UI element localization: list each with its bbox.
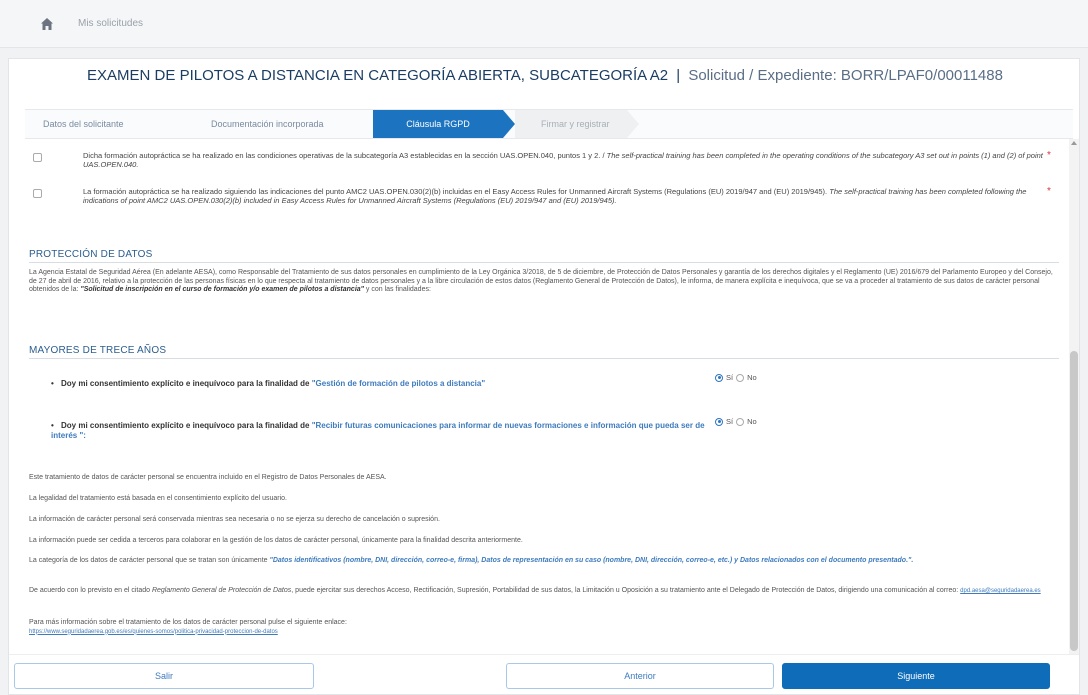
dpo-email-link[interactable]: dpd.aesa@seguridadaerea.es [960, 588, 1040, 594]
section-divider [29, 262, 1059, 263]
data-protection-tail: y con las finalidades: [363, 286, 431, 293]
info-data-categories: La categoría de los datos de carácter pe… [29, 557, 1059, 566]
next-button[interactable]: Siguiente [782, 663, 1050, 689]
radio-yes[interactable] [715, 417, 723, 426]
check-text-es: La formación autopráctica se ha realizad… [83, 187, 830, 196]
title-separator: | [676, 67, 681, 84]
section-title-over-thirteen: MAYORES DE TRECE AÑOS [29, 345, 167, 356]
check-text: Dicha formación autopráctica se ha reali… [83, 151, 1043, 169]
top-bar: Mis solicitudes [0, 0, 1088, 48]
breadcrumb-my-requests[interactable]: Mis solicitudes [78, 18, 143, 29]
radio-yes-label: Sí [726, 417, 734, 426]
check-text-es: Dicha formación autopráctica se ha reali… [83, 151, 607, 160]
title-main: EXAMEN DE PILOTOS A DISTANCIA EN CATEGOR… [87, 67, 669, 84]
main-card: EXAMEN DE PILOTOS A DISTANCIA EN CATEGOR… [8, 58, 1080, 695]
info-rights-regulation: Reglamento General de Protección de Dato… [151, 587, 292, 594]
radio-yes-label: Sí [726, 373, 734, 382]
info-retention: La información de carácter personal será… [29, 516, 440, 523]
radio-no[interactable] [736, 417, 745, 426]
checkbox-amc2[interactable] [33, 189, 42, 198]
info-legality: La legalidad del tratamiento está basada… [29, 495, 287, 502]
section-title-data-protection: PROTECCIÓN DE DATOS [29, 249, 153, 260]
data-protection-request-name: "Solicitud de inscripción en el curso de… [80, 286, 364, 293]
info-third-parties: La información puede ser cedida a tercer… [29, 537, 523, 544]
footer-actions: Salir Anterior Siguiente [9, 654, 1079, 694]
consent-future-communications: • Doy mi consentimiento explícito e inequ… [51, 421, 731, 441]
step-sign-register: Firmar y registrar [515, 110, 639, 138]
radio-yes[interactable] [715, 373, 723, 382]
data-protection-text: La Agencia Estatal de Seguridad Aérea (E… [29, 269, 1059, 295]
scrollbar-thumb[interactable] [1070, 351, 1078, 651]
home-icon[interactable] [40, 17, 54, 31]
info-more: Para más información sobre el tratamient… [29, 619, 1059, 636]
consent-prefix: Doy mi consentimiento explícito e inequí… [61, 421, 310, 430]
check-text: La formación autopráctica se ha realizad… [83, 187, 1043, 205]
previous-button[interactable]: Anterior [506, 663, 774, 689]
consent-purpose: "Gestión de formación de pilotos a dista… [311, 379, 486, 388]
consent-prefix: Doy mi consentimiento explícito e inequí… [61, 379, 310, 388]
info-more-text: Para más información sobre el tratamient… [29, 619, 347, 626]
scroll-up-icon[interactable] [1071, 141, 1077, 145]
exit-button[interactable]: Salir [14, 663, 314, 689]
radio-group-training-management: Sí No [715, 373, 757, 382]
info-categories-list: "Datos identificativos (nombre, DNI, dir… [269, 557, 914, 564]
required-mark: * [1047, 186, 1051, 197]
info-registry: Este tratamiento de datos de carácter pe… [29, 474, 387, 481]
required-mark: * [1047, 150, 1051, 161]
info-rights: De acuerdo con lo previsto en el citado … [29, 587, 1059, 596]
checkbox-a3-conditions[interactable] [33, 153, 42, 162]
wizard-steps: Datos del solicitante Documentación inco… [25, 109, 1073, 139]
vertical-scrollbar[interactable] [1069, 139, 1079, 654]
info-rights-a: De acuerdo con lo previsto en el citado [29, 587, 152, 594]
info-categories-prefix: La categoría de los datos de carácter pe… [29, 557, 270, 564]
privacy-policy-link[interactable]: https://www.seguridadaerea.gob.es/es/qui… [29, 628, 1059, 637]
page-title: EXAMEN DE PILOTOS A DISTANCIA EN CATEGOR… [9, 67, 1079, 84]
consent-training-management: • Doy mi consentimiento explícito e inequ… [51, 379, 485, 389]
info-rights-b: , puede ejercitar sus derechos Acceso, R… [291, 587, 961, 594]
step-rgpd-clause[interactable]: Cláusula RGPD [373, 110, 515, 138]
title-expedient: Solicitud / Expediente: BORR/LPAF0/00011… [688, 67, 1003, 84]
radio-no-label: No [747, 373, 757, 382]
bullet: • [51, 421, 54, 430]
section-divider [29, 358, 1059, 359]
bullet: • [51, 379, 54, 388]
radio-group-future-communications: Sí No [715, 417, 757, 426]
step-documentation[interactable]: Documentación incorporada [211, 110, 361, 138]
radio-no-label: No [747, 417, 757, 426]
step-applicant-data[interactable]: Datos del solicitante [43, 110, 193, 138]
radio-no[interactable] [736, 373, 745, 382]
